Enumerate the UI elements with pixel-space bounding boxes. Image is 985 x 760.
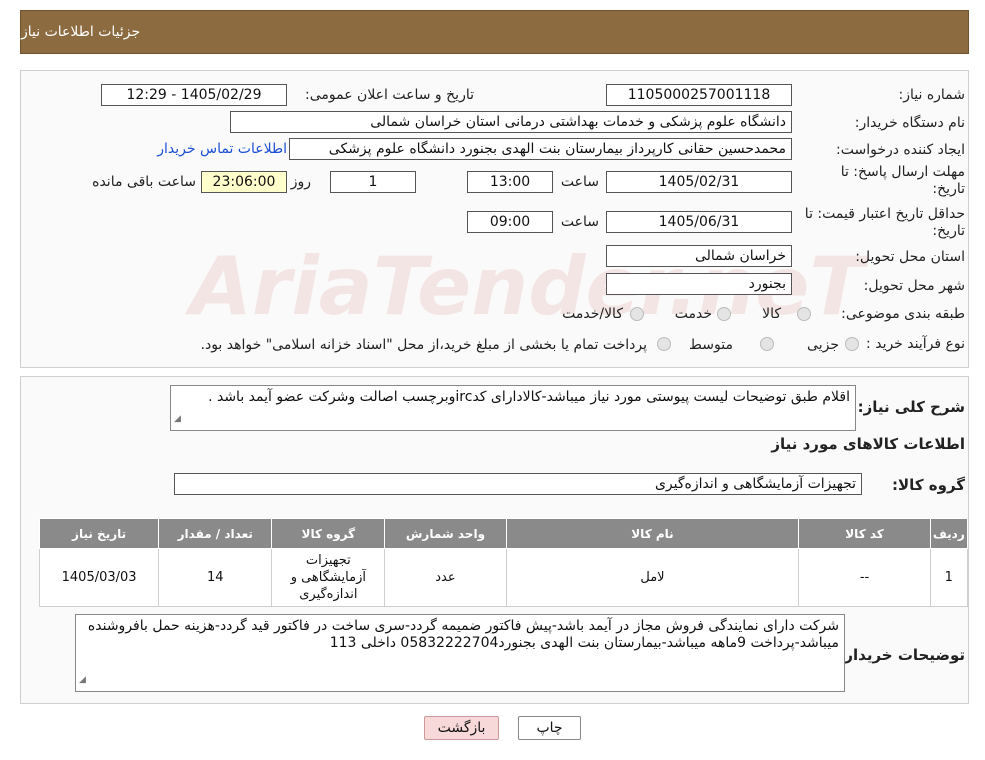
description-label: شرح کلی نیاز: bbox=[857, 398, 965, 416]
col-unit: واحد شمارش bbox=[384, 518, 507, 549]
col-date: تاریخ نیاز bbox=[38, 518, 160, 549]
resize-grip-icon[interactable]: ◢ bbox=[79, 672, 86, 689]
category-option-goods: کالا bbox=[762, 306, 781, 322]
buyer-contact-link[interactable]: اطلاعات تماس خریدار bbox=[157, 141, 287, 157]
items-section-title: اطلاعات کالاهای مورد نیاز bbox=[771, 435, 965, 453]
item-group-field: تجهیزات آزمایشگاهی و اندازه‌گیری bbox=[174, 473, 862, 495]
cell-group: تجهیزات آزمایشگاهی و اندازه‌گیری bbox=[271, 548, 386, 607]
cell-name: لامل bbox=[505, 548, 800, 607]
page-header: جزئیات اطلاعات نیاز bbox=[20, 10, 969, 54]
items-table: ردیف کد کالا نام کالا واحد شمارش گروه کا… bbox=[38, 518, 969, 607]
description-text: اقلام طبق توضیحات لیست پیوستی مورد نیاز … bbox=[208, 389, 850, 405]
deadline-time-label: ساعت bbox=[560, 174, 599, 190]
cell-quantity: 14 bbox=[158, 548, 273, 607]
cell-unit: عدد bbox=[384, 548, 507, 607]
buyer-org-label: نام دستگاه خریدار: bbox=[854, 115, 965, 131]
page-title: جزئیات اطلاعات نیاز bbox=[21, 24, 141, 40]
print-button[interactable]: چاپ bbox=[518, 716, 581, 740]
buyer-org-field: دانشگاه علوم پزشکی و خدمات بهداشتی درمان… bbox=[230, 111, 792, 133]
validity-date-field: 1405/06/31 bbox=[606, 211, 792, 233]
cell-code: -- bbox=[798, 548, 931, 607]
col-row: ردیف bbox=[929, 518, 969, 549]
buyer-notes-label: توضیحات خریدار: bbox=[838, 646, 965, 664]
validity-label: حداقل تاریخ اعتبار قیمت: تا تاریخ: bbox=[804, 206, 965, 239]
category-radio-service[interactable] bbox=[717, 307, 731, 321]
validity-time-label: ساعت bbox=[560, 214, 599, 230]
item-group-label: گروه کالا: bbox=[892, 476, 965, 494]
city-label: شهر محل تحویل: bbox=[863, 278, 965, 294]
province-field: خراسان شمالی bbox=[606, 245, 792, 267]
process-note: پرداخت تمام یا بخشی از مبلغ خرید،از محل … bbox=[200, 337, 647, 353]
process-label: نوع فرآیند خرید : bbox=[866, 336, 965, 352]
cell-row: 1 bbox=[929, 548, 969, 607]
description-textarea[interactable]: اقلام طبق توضیحات لیست پیوستی مورد نیاز … bbox=[170, 385, 856, 431]
days-field: 1 bbox=[330, 171, 416, 193]
announce-label: تاریخ و ساعت اعلان عمومی: bbox=[305, 87, 474, 103]
category-radio-goods[interactable] bbox=[797, 307, 811, 321]
category-label: طبقه بندی موضوعی: bbox=[841, 306, 965, 322]
province-label: استان محل تحویل: bbox=[855, 249, 965, 265]
remaining-label: ساعت باقی مانده bbox=[92, 174, 196, 190]
resize-grip-icon[interactable]: ◢ bbox=[174, 411, 181, 428]
table-header-row: ردیف کد کالا نام کالا واحد شمارش گروه کا… bbox=[38, 518, 969, 549]
process-radio-minor[interactable] bbox=[845, 337, 859, 351]
deadline-label: مهلت ارسال پاسخ: تا تاریخ: bbox=[840, 164, 965, 197]
col-name: نام کالا bbox=[505, 518, 800, 549]
process-option-medium: متوسط bbox=[689, 337, 733, 353]
need-number-field: 1105000257001118 bbox=[606, 84, 792, 106]
table-row: 1 -- لامل عدد تجهیزات آزمایشگاهی و انداز… bbox=[38, 548, 969, 607]
remaining-time-field: 23:06:00 bbox=[201, 171, 287, 193]
city-field: بجنورد bbox=[606, 273, 792, 295]
col-group: گروه کالا bbox=[271, 518, 386, 549]
buyer-notes-text: شرکت دارای نمایندگی فروش مجاز در آیمد با… bbox=[87, 618, 839, 651]
col-code: کد کالا bbox=[798, 518, 931, 549]
buyer-notes-textarea[interactable]: شرکت دارای نمایندگی فروش مجاز در آیمد با… bbox=[75, 614, 845, 692]
category-option-goods-service: کالا/خدمت bbox=[562, 306, 623, 322]
need-number-label: شماره نیاز: bbox=[898, 87, 966, 103]
creator-label: ایجاد کننده درخواست: bbox=[836, 142, 965, 158]
process-radio-medium[interactable] bbox=[760, 337, 774, 351]
creator-field: محمدحسین حقانی کارپرداز بیمارستان بنت ال… bbox=[289, 138, 792, 160]
col-quantity: تعداد / مقدار bbox=[158, 518, 273, 549]
category-radio-goods-service[interactable] bbox=[630, 307, 644, 321]
validity-time-field: 09:00 bbox=[467, 211, 553, 233]
back-button[interactable]: بازگشت bbox=[424, 716, 499, 740]
deadline-time-field: 13:00 bbox=[467, 171, 553, 193]
process-radio-treasury[interactable] bbox=[657, 337, 671, 351]
cell-date: 1405/03/03 bbox=[38, 548, 160, 607]
process-option-minor: جزیی bbox=[807, 337, 839, 353]
deadline-date-field: 1405/02/31 bbox=[606, 171, 792, 193]
announce-datetime-field: 1405/02/29 - 12:29 bbox=[101, 84, 287, 106]
category-option-service: خدمت bbox=[674, 306, 712, 322]
